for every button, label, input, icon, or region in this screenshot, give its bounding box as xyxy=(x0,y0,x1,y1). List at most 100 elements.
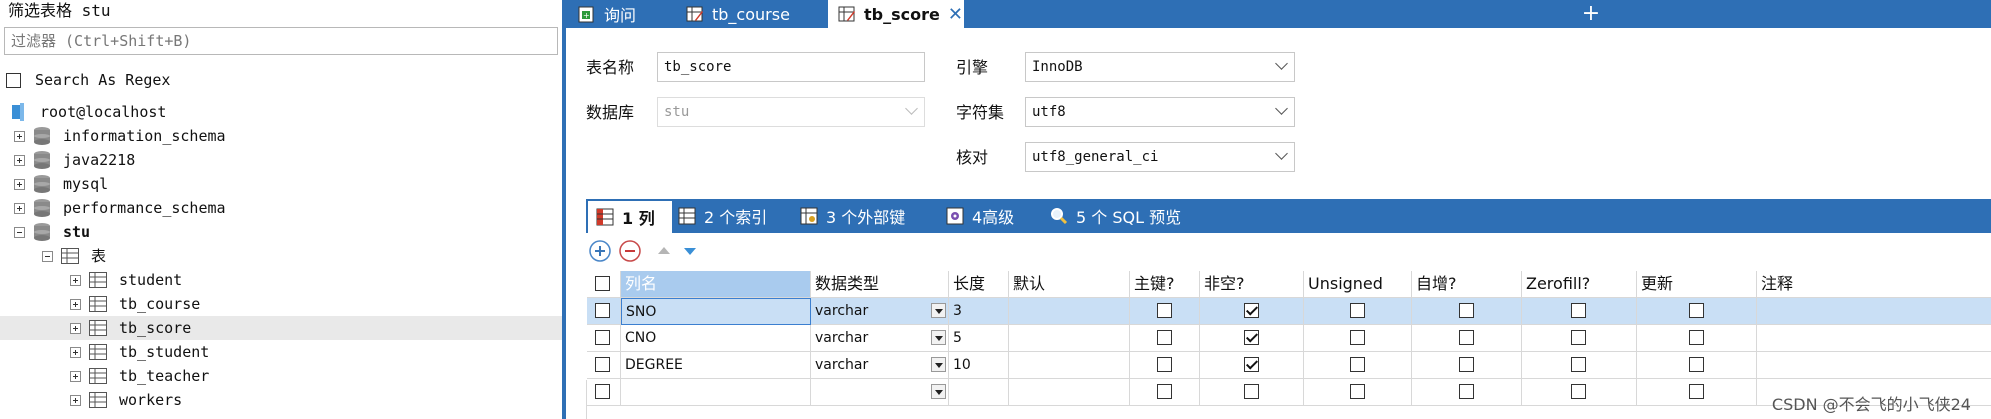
header-select-all[interactable] xyxy=(587,271,621,298)
collation-select[interactable]: utf8_general_ci xyxy=(1025,142,1295,172)
tab-sql-preview[interactable]: 5 个 SQL 预览 xyxy=(1050,199,1181,233)
unsigned-checkbox[interactable] xyxy=(1349,384,1365,399)
cell-data-type[interactable]: varchar xyxy=(811,298,949,325)
expand-icon[interactable] xyxy=(70,274,81,286)
primary-key-checkbox[interactable] xyxy=(1156,384,1172,399)
not-null-checkbox[interactable] xyxy=(1243,384,1259,399)
header-unsigned[interactable]: Unsigned xyxy=(1304,271,1412,298)
primary-key-checkbox[interactable] xyxy=(1156,303,1172,318)
row-checkbox[interactable] xyxy=(595,357,610,372)
tree-db-java2218[interactable]: java2218 xyxy=(14,148,135,172)
row-checkbox[interactable] xyxy=(595,384,610,399)
not-null-checkbox[interactable] xyxy=(1243,303,1259,318)
table-row[interactable]: DEGREE varchar 10 xyxy=(587,352,1991,379)
cell-length[interactable]: 5 xyxy=(949,325,1009,352)
auto-increment-checkbox[interactable] xyxy=(1458,384,1474,399)
add-column-icon[interactable] xyxy=(588,239,612,263)
expand-icon[interactable] xyxy=(14,202,25,214)
zerofill-checkbox[interactable] xyxy=(1571,357,1586,372)
expand-icon[interactable] xyxy=(14,178,25,190)
cell-length[interactable]: 10 xyxy=(949,352,1009,379)
cell-comment[interactable] xyxy=(1757,352,1991,379)
unsigned-checkbox[interactable] xyxy=(1349,330,1365,345)
filter-input[interactable]: 过滤器 (Ctrl+Shift+B) xyxy=(4,27,558,55)
header-length[interactable]: 长度 xyxy=(949,271,1009,298)
cell-column-name[interactable] xyxy=(621,379,811,406)
panel-splitter[interactable] xyxy=(562,0,566,419)
add-tab-button[interactable]: + xyxy=(1576,0,1606,28)
tab-advanced[interactable]: 4高级 xyxy=(946,199,1014,233)
cell-default[interactable] xyxy=(1009,352,1130,379)
cell-default[interactable] xyxy=(1009,298,1130,325)
cell-data-type[interactable]: varchar xyxy=(811,325,949,352)
tab-indexes[interactable]: 2 个索引 xyxy=(678,199,767,233)
charset-select[interactable]: utf8 xyxy=(1025,97,1295,127)
cell-not-null[interactable] xyxy=(1200,352,1304,379)
collapse-icon[interactable] xyxy=(14,226,25,238)
cell-on-update[interactable] xyxy=(1637,379,1757,406)
cell-primary-key[interactable] xyxy=(1130,379,1200,406)
cell-auto-increment[interactable] xyxy=(1412,325,1522,352)
cell-length[interactable]: 3 xyxy=(949,298,1009,325)
header-zerofill[interactable]: Zerofill? xyxy=(1522,271,1637,298)
tree-table-workers[interactable]: workers xyxy=(70,388,182,412)
tree-tables-folder[interactable]: 表 xyxy=(42,244,106,268)
on-update-checkbox[interactable] xyxy=(1688,357,1704,372)
cell-auto-increment[interactable] xyxy=(1412,352,1522,379)
cell-column-name[interactable]: SNO xyxy=(621,298,811,325)
expand-icon[interactable] xyxy=(14,130,25,142)
row-select[interactable] xyxy=(587,352,621,379)
cell-primary-key[interactable] xyxy=(1130,298,1200,325)
tab-tb-course[interactable]: tb_course xyxy=(686,0,812,28)
tree-table-student[interactable]: student xyxy=(70,268,182,292)
expand-icon[interactable] xyxy=(70,394,81,406)
primary-key-checkbox[interactable] xyxy=(1156,330,1172,345)
unsigned-checkbox[interactable] xyxy=(1349,303,1365,318)
on-update-checkbox[interactable] xyxy=(1688,330,1704,345)
row-checkbox[interactable] xyxy=(595,330,610,345)
tree-db-information-schema[interactable]: information_schema xyxy=(14,124,226,148)
tree-table-tb-score[interactable]: tb_score xyxy=(0,316,562,340)
cell-data-type[interactable] xyxy=(811,379,949,406)
tab-columns[interactable]: 1 列 xyxy=(588,201,672,233)
not-null-checkbox[interactable] xyxy=(1243,357,1259,372)
tab-foreign-keys[interactable]: 3 个外部键 xyxy=(800,199,905,233)
tab-query[interactable]: + 询问 xyxy=(578,0,678,28)
row-checkbox[interactable] xyxy=(595,303,610,318)
dropdown-arrow-icon[interactable] xyxy=(931,357,946,372)
auto-increment-checkbox[interactable] xyxy=(1458,357,1474,372)
not-null-checkbox[interactable] xyxy=(1243,330,1259,345)
tree-table-tb-teacher[interactable]: tb_teacher xyxy=(70,364,209,388)
cell-length[interactable] xyxy=(949,379,1009,406)
zerofill-checkbox[interactable] xyxy=(1571,303,1586,318)
cell-unsigned[interactable] xyxy=(1304,325,1412,352)
header-column-name[interactable]: 列名 xyxy=(621,271,811,298)
header-not-null[interactable]: 非空? xyxy=(1200,271,1304,298)
cell-data-type[interactable]: varchar xyxy=(811,352,949,379)
tree-db-performance-schema[interactable]: performance_schema xyxy=(14,196,226,220)
tree-db-mysql[interactable]: mysql xyxy=(14,172,108,196)
tree-table-tb-course[interactable]: tb_course xyxy=(70,292,200,316)
header-primary-key[interactable]: 主键? xyxy=(1130,271,1200,298)
collapse-icon[interactable] xyxy=(42,250,53,262)
primary-key-checkbox[interactable] xyxy=(1156,357,1172,372)
cell-on-update[interactable] xyxy=(1637,325,1757,352)
header-on-update[interactable]: 更新 xyxy=(1637,271,1757,298)
auto-increment-checkbox[interactable] xyxy=(1458,303,1474,318)
on-update-checkbox[interactable] xyxy=(1688,303,1704,318)
cell-not-null[interactable] xyxy=(1200,325,1304,352)
expand-icon[interactable] xyxy=(70,322,81,334)
cell-not-null[interactable] xyxy=(1200,379,1304,406)
move-up-icon[interactable] xyxy=(652,239,676,263)
cell-zerofill[interactable] xyxy=(1522,325,1637,352)
cell-zerofill[interactable] xyxy=(1522,379,1637,406)
close-icon[interactable]: ✕ xyxy=(948,4,963,25)
tree-table-tb-student[interactable]: tb_student xyxy=(70,340,209,364)
table-name-input[interactable]: tb_score xyxy=(657,52,925,82)
tab-tb-score[interactable]: tb_score ✕ xyxy=(828,0,964,28)
tree-connection[interactable]: root@localhost xyxy=(10,100,166,124)
move-down-icon[interactable] xyxy=(678,239,702,263)
cell-primary-key[interactable] xyxy=(1130,325,1200,352)
cell-zerofill[interactable] xyxy=(1522,352,1637,379)
search-regex-checkbox[interactable] xyxy=(6,72,21,88)
